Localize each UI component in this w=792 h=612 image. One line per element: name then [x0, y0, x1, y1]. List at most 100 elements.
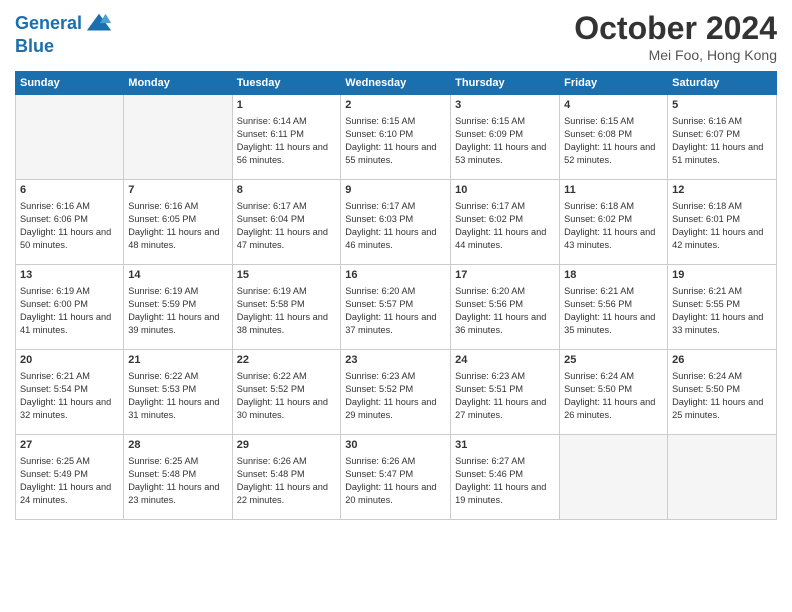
calendar-table: Sunday Monday Tuesday Wednesday Thursday…	[15, 71, 777, 520]
day-number: 25	[564, 353, 663, 368]
day-number: 3	[455, 98, 555, 113]
calendar-cell: 5Sunrise: 6:16 AMSunset: 6:07 PMDaylight…	[668, 95, 777, 180]
calendar-cell: 22Sunrise: 6:22 AMSunset: 5:52 PMDayligh…	[232, 350, 341, 435]
logo-icon	[85, 10, 113, 38]
calendar-cell: 7 Sunrise: 6:16 AMSunset: 6:05 PMDaylight…	[124, 180, 232, 265]
calendar-cell	[124, 95, 232, 180]
month-title: October 2024	[574, 10, 777, 47]
day-number: 18	[564, 268, 663, 283]
calendar-cell: 6 Sunrise: 6:16 AMSunset: 6:06 PMDaylight…	[16, 180, 124, 265]
calendar-cell: 13 Sunrise: 6:19 AMSunset: 6:00 PMDayligh…	[16, 265, 124, 350]
col-monday: Monday	[124, 72, 232, 95]
day-number: 4	[564, 98, 663, 113]
day-number: 17	[455, 268, 555, 283]
day-info: Sunrise: 6:16 AMSunset: 6:07 PMDaylight:…	[672, 115, 772, 167]
day-number: 23	[345, 353, 446, 368]
day-info: Sunrise: 6:15 AMSunset: 6:10 PMDaylight:…	[345, 115, 446, 167]
calendar-body: 1Sunrise: 6:14 AMSunset: 6:11 PMDaylight…	[16, 95, 777, 520]
day-info: Sunrise: 6:21 AMSunset: 5:55 PMDaylight:…	[672, 285, 772, 337]
calendar-cell: 29 Sunrise: 6:26 AMSunset: 5:48 PMDayligh…	[232, 435, 341, 520]
day-info: Sunrise: 6:15 AMSunset: 6:08 PMDaylight:…	[564, 115, 663, 167]
header: General Blue October 2024 Mei Foo, Hong …	[15, 10, 777, 63]
day-number: 13	[20, 268, 119, 283]
day-number: 29	[237, 438, 337, 453]
title-section: October 2024 Mei Foo, Hong Kong	[574, 10, 777, 63]
day-info: Sunrise: 6:24 AMSunset: 5:50 PMDaylight:…	[672, 370, 772, 422]
calendar-cell: 15 Sunrise: 6:19 AMSunset: 5:58 PMDayligh…	[232, 265, 341, 350]
day-number: 7	[128, 183, 227, 198]
day-number: 10	[455, 183, 555, 198]
day-number: 24	[455, 353, 555, 368]
calendar-header-row: Sunday Monday Tuesday Wednesday Thursday…	[16, 72, 777, 95]
col-sunday: Sunday	[16, 72, 124, 95]
day-info: Sunrise: 6:14 AMSunset: 6:11 PMDaylight:…	[237, 115, 337, 167]
col-tuesday: Tuesday	[232, 72, 341, 95]
col-friday: Friday	[560, 72, 668, 95]
day-info: Sunrise: 6:26 AMSunset: 5:48 PMDaylight:…	[237, 455, 337, 507]
calendar-cell: 19Sunrise: 6:21 AMSunset: 5:55 PMDayligh…	[668, 265, 777, 350]
day-number: 2	[345, 98, 446, 113]
day-info: Sunrise: 6:20 AMSunset: 5:57 PMDaylight:…	[345, 285, 446, 337]
day-info: Sunrise: 6:15 AMSunset: 6:09 PMDaylight:…	[455, 115, 555, 167]
day-info: Sunrise: 6:26 AMSunset: 5:47 PMDaylight:…	[345, 455, 446, 507]
calendar-cell: 17 Sunrise: 6:20 AMSunset: 5:56 PMDayligh…	[451, 265, 560, 350]
calendar-cell: 12 Sunrise: 6:18 AMSunset: 6:01 PMDayligh…	[668, 180, 777, 265]
day-number: 15	[237, 268, 337, 283]
day-number: 31	[455, 438, 555, 453]
calendar-week-row: 20Sunrise: 6:21 AMSunset: 5:54 PMDayligh…	[16, 350, 777, 435]
calendar-cell	[560, 435, 668, 520]
calendar-cell: 8 Sunrise: 6:17 AMSunset: 6:04 PMDaylight…	[232, 180, 341, 265]
day-info: Sunrise: 6:19 AMSunset: 5:59 PMDaylight:…	[128, 285, 227, 337]
col-thursday: Thursday	[451, 72, 560, 95]
calendar-cell: 23 Sunrise: 6:23 AMSunset: 5:52 PMDayligh…	[341, 350, 451, 435]
location: Mei Foo, Hong Kong	[574, 47, 777, 63]
day-number: 9	[345, 183, 446, 198]
calendar-cell: 20Sunrise: 6:21 AMSunset: 5:54 PMDayligh…	[16, 350, 124, 435]
day-info: Sunrise: 6:16 AMSunset: 6:06 PMDaylight:…	[20, 200, 119, 252]
calendar-week-row: 6 Sunrise: 6:16 AMSunset: 6:06 PMDaylight…	[16, 180, 777, 265]
day-info: Sunrise: 6:17 AMSunset: 6:03 PMDaylight:…	[345, 200, 446, 252]
calendar-week-row: 1Sunrise: 6:14 AMSunset: 6:11 PMDaylight…	[16, 95, 777, 180]
calendar-cell: 4 Sunrise: 6:15 AMSunset: 6:08 PMDaylight…	[560, 95, 668, 180]
day-number: 27	[20, 438, 119, 453]
calendar-cell: 28Sunrise: 6:25 AMSunset: 5:48 PMDayligh…	[124, 435, 232, 520]
calendar-cell: 14 Sunrise: 6:19 AMSunset: 5:59 PMDayligh…	[124, 265, 232, 350]
day-info: Sunrise: 6:24 AMSunset: 5:50 PMDaylight:…	[564, 370, 663, 422]
col-wednesday: Wednesday	[341, 72, 451, 95]
page-container: General Blue October 2024 Mei Foo, Hong …	[0, 0, 792, 612]
day-info: Sunrise: 6:19 AMSunset: 5:58 PMDaylight:…	[237, 285, 337, 337]
day-info: Sunrise: 6:18 AMSunset: 6:01 PMDaylight:…	[672, 200, 772, 252]
calendar-cell: 10Sunrise: 6:17 AMSunset: 6:02 PMDayligh…	[451, 180, 560, 265]
logo: General Blue	[15, 10, 113, 57]
calendar-cell: 26Sunrise: 6:24 AMSunset: 5:50 PMDayligh…	[668, 350, 777, 435]
day-number: 11	[564, 183, 663, 198]
day-info: Sunrise: 6:25 AMSunset: 5:48 PMDaylight:…	[128, 455, 227, 507]
day-info: Sunrise: 6:23 AMSunset: 5:52 PMDaylight:…	[345, 370, 446, 422]
calendar-week-row: 27Sunrise: 6:25 AMSunset: 5:49 PMDayligh…	[16, 435, 777, 520]
calendar-cell: 18 Sunrise: 6:21 AMSunset: 5:56 PMDayligh…	[560, 265, 668, 350]
calendar-cell: 3 Sunrise: 6:15 AMSunset: 6:09 PMDaylight…	[451, 95, 560, 180]
calendar-cell: 30Sunrise: 6:26 AMSunset: 5:47 PMDayligh…	[341, 435, 451, 520]
calendar-cell: 21Sunrise: 6:22 AMSunset: 5:53 PMDayligh…	[124, 350, 232, 435]
calendar-cell: 1Sunrise: 6:14 AMSunset: 6:11 PMDaylight…	[232, 95, 341, 180]
calendar-cell: 31Sunrise: 6:27 AMSunset: 5:46 PMDayligh…	[451, 435, 560, 520]
day-number: 8	[237, 183, 337, 198]
calendar-cell: 16Sunrise: 6:20 AMSunset: 5:57 PMDayligh…	[341, 265, 451, 350]
day-number: 14	[128, 268, 227, 283]
day-info: Sunrise: 6:21 AMSunset: 5:56 PMDaylight:…	[564, 285, 663, 337]
calendar-cell	[16, 95, 124, 180]
day-info: Sunrise: 6:23 AMSunset: 5:51 PMDaylight:…	[455, 370, 555, 422]
day-number: 12	[672, 183, 772, 198]
day-info: Sunrise: 6:22 AMSunset: 5:53 PMDaylight:…	[128, 370, 227, 422]
day-number: 22	[237, 353, 337, 368]
day-info: Sunrise: 6:17 AMSunset: 6:04 PMDaylight:…	[237, 200, 337, 252]
calendar-cell: 9 Sunrise: 6:17 AMSunset: 6:03 PMDaylight…	[341, 180, 451, 265]
day-info: Sunrise: 6:16 AMSunset: 6:05 PMDaylight:…	[128, 200, 227, 252]
day-info: Sunrise: 6:20 AMSunset: 5:56 PMDaylight:…	[455, 285, 555, 337]
calendar-week-row: 13 Sunrise: 6:19 AMSunset: 6:00 PMDayligh…	[16, 265, 777, 350]
logo-blue: Blue	[15, 36, 113, 57]
col-saturday: Saturday	[668, 72, 777, 95]
calendar-cell: 11Sunrise: 6:18 AMSunset: 6:02 PMDayligh…	[560, 180, 668, 265]
day-number: 6	[20, 183, 119, 198]
day-info: Sunrise: 6:19 AMSunset: 6:00 PMDaylight:…	[20, 285, 119, 337]
